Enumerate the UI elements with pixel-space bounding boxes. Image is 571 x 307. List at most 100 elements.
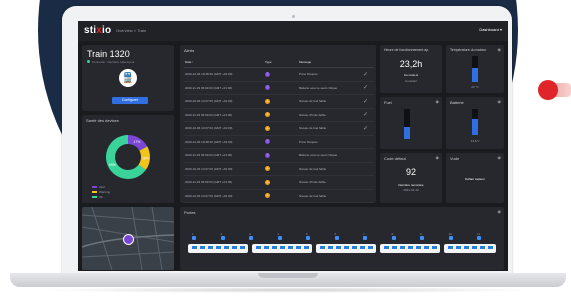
dashboard-menu-button[interactable]: Dashboard ▾ [479, 27, 502, 32]
app-logo[interactable]: stixio [84, 25, 111, 36]
table-row[interactable]: 2020-12-06 19:48:46 (GMT +01:00) ⓘ Porte… [184, 67, 374, 82]
alert-type-icon: ⚠ [265, 112, 270, 118]
motor-temp-value: 24 °C [471, 85, 479, 89]
alert-message: Porte bloquée [298, 67, 362, 82]
health-donut-chart: 17% 18% 65% [106, 135, 150, 179]
table-row[interactable]: 2020-10-29 14:07:00 (GMT +01:00) ⚠ Nivea… [184, 94, 374, 109]
acknowledge-check-icon[interactable] [362, 175, 374, 190]
car-window [224, 246, 229, 249]
top-bar: stixio Overview > Train Dashboard ▾ [78, 21, 508, 41]
door-marker[interactable] [448, 236, 453, 240]
car-window [216, 246, 221, 249]
table-row[interactable]: 2020-11-29 06:09:03 (GMT +01:00) ⚠ Nivea… [184, 175, 374, 190]
door-number: 2 [220, 232, 223, 236]
door-marker[interactable] [363, 236, 367, 240]
car-window [256, 246, 261, 249]
fault-sub2: 2021-02-10 [403, 188, 419, 192]
table-row[interactable]: 2020-11-29 06:09:03 (GMT +01:00) ⓘ Batte… [184, 81, 374, 95]
car-window [288, 246, 293, 249]
alerts-card: Alerts Date ↑ Type Message 2020-12-06 19… [180, 45, 376, 203]
acknowledge-check-icon[interactable] [362, 162, 374, 176]
train-card: Train 1320 Connecté · Dernière mise à jo… [82, 45, 174, 111]
alert-date: 2020-10-06 14:07:00 (GMT +01:00) [184, 121, 264, 136]
alert-type-icon: ⓘ [265, 71, 270, 77]
fault-message-value: Défaut capteur [465, 177, 485, 181]
door-marker[interactable] [391, 236, 396, 240]
car-window [272, 246, 277, 249]
eye-icon[interactable]: ◉ [436, 99, 440, 104]
door-number: 7 [363, 232, 365, 236]
door-marker[interactable] [477, 236, 481, 240]
train-location-pin[interactable] [123, 234, 134, 245]
location-map[interactable] [82, 207, 174, 270]
alert-type-cell: ⓘ [264, 81, 298, 95]
breadcrumb[interactable]: Overview > Train [116, 28, 146, 33]
car-window [384, 246, 389, 249]
hours-value: 23,2h [399, 59, 423, 69]
alert-type-cell: ⚠ [264, 175, 298, 190]
eye-icon[interactable]: ◉ [498, 155, 502, 160]
door-marker[interactable] [277, 236, 282, 240]
alert-type-icon: ⓘ [265, 139, 270, 145]
eye-icon[interactable]: ◉ [498, 99, 502, 104]
acknowledge-check-icon[interactable] [362, 148, 374, 163]
acknowledge-check-icon[interactable]: ✓ [362, 94, 374, 109]
battery-gauge [472, 109, 478, 135]
door-marker[interactable] [334, 236, 339, 240]
fuel-gauge [404, 109, 410, 139]
laptop-shadow [40, 287, 540, 293]
operating-hours-card: Heure de fonctionnement ap. 23,2h Ce moi… [380, 45, 442, 93]
alert-message: Batterie sous le seuil critique [298, 148, 362, 163]
eye-icon[interactable]: ◉ [498, 209, 502, 214]
column-date[interactable]: Date ↑ [184, 56, 264, 68]
door-number: 4 [277, 232, 280, 236]
alerts-title: Alerts [184, 48, 195, 53]
door-marker[interactable] [220, 236, 225, 240]
table-row[interactable]: 2020-11-29 06:09:03 (GMT +01:00) ⓘ Batte… [184, 148, 374, 163]
table-row[interactable]: 2020-10-06 14:07:00 (GMT +01:00) ⚠ Nivea… [184, 189, 374, 203]
doors-card: Portes ◉ 1 2 3 4 5 6 7 8 9 10 11 [180, 207, 504, 270]
hours-sub1: Ce mois-ci [403, 73, 419, 77]
acknowledge-check-icon[interactable]: ✓ [362, 108, 374, 122]
door-number: 3 [249, 232, 251, 236]
acknowledge-check-icon[interactable]: ✓ [362, 81, 374, 95]
configure-button[interactable]: Configurer [112, 97, 148, 104]
table-row[interactable]: 2020-10-29 14:07:00 (GMT +01:00) ⚠ Nivea… [184, 162, 374, 176]
column-type[interactable]: Type [264, 56, 298, 68]
door-marker[interactable] [306, 236, 310, 240]
alert-date: 2020-11-29 06:09:03 (GMT +01:00) [184, 148, 264, 163]
donut-slice-label: 65% [109, 163, 116, 167]
alert-date: 2020-11-29 06:09:03 (GMT +01:00) [184, 81, 264, 95]
door-number: 9 [420, 232, 422, 236]
eye-icon[interactable]: ◉ [436, 155, 440, 160]
door-marker[interactable] [420, 236, 424, 240]
door-marker[interactable] [249, 236, 253, 240]
alert-message: Niveau de fuel faible [298, 189, 362, 203]
table-row[interactable]: 2020-11-29 06:09:03 (GMT +01:00) ⚠ Nivea… [184, 108, 374, 122]
car-window [368, 246, 373, 249]
acknowledge-check-icon[interactable] [362, 189, 374, 203]
fuel-title: Fuel [384, 100, 392, 105]
alert-date: 2020-10-29 14:07:00 (GMT +01:00) [184, 162, 264, 176]
alert-message: Niveau de fuel faible [298, 94, 362, 109]
legend-item-warning: Warning [92, 190, 110, 194]
alert-date: 2020-10-29 14:07:00 (GMT +01:00) [184, 94, 264, 109]
alert-type-icon: ⓘ [265, 85, 270, 91]
column-message[interactable]: Message [298, 56, 362, 68]
door-marker[interactable] [192, 236, 196, 240]
motor-temp-gauge [472, 56, 478, 82]
table-row[interactable]: 2020-10-06 14:07:00 (GMT +01:00) ⚠ Nivea… [184, 121, 374, 136]
acknowledge-check-icon[interactable]: ✓ [362, 67, 374, 82]
car-window [408, 246, 413, 249]
alerts-table: Date ↑ Type Message 2020-12-06 19:48:46 … [184, 56, 374, 203]
fault-sub1: Dernière remontée [398, 183, 424, 187]
acknowledge-check-icon[interactable] [362, 135, 374, 149]
battery-gauge-fill [472, 119, 478, 135]
alert-type-icon: ⚠ [265, 166, 270, 172]
acknowledge-check-icon[interactable]: ✓ [362, 121, 374, 136]
table-row[interactable]: 2020-12-06 19:48:46 (GMT +01:00) ⓘ Porte… [184, 135, 374, 149]
car-window [472, 246, 477, 249]
eye-icon[interactable]: ◉ [498, 47, 502, 52]
motor-temp-card: Température du moteur ◉ 24 °C [446, 45, 504, 93]
alert-date: 2020-11-29 06:09:03 (GMT +01:00) [184, 175, 264, 190]
